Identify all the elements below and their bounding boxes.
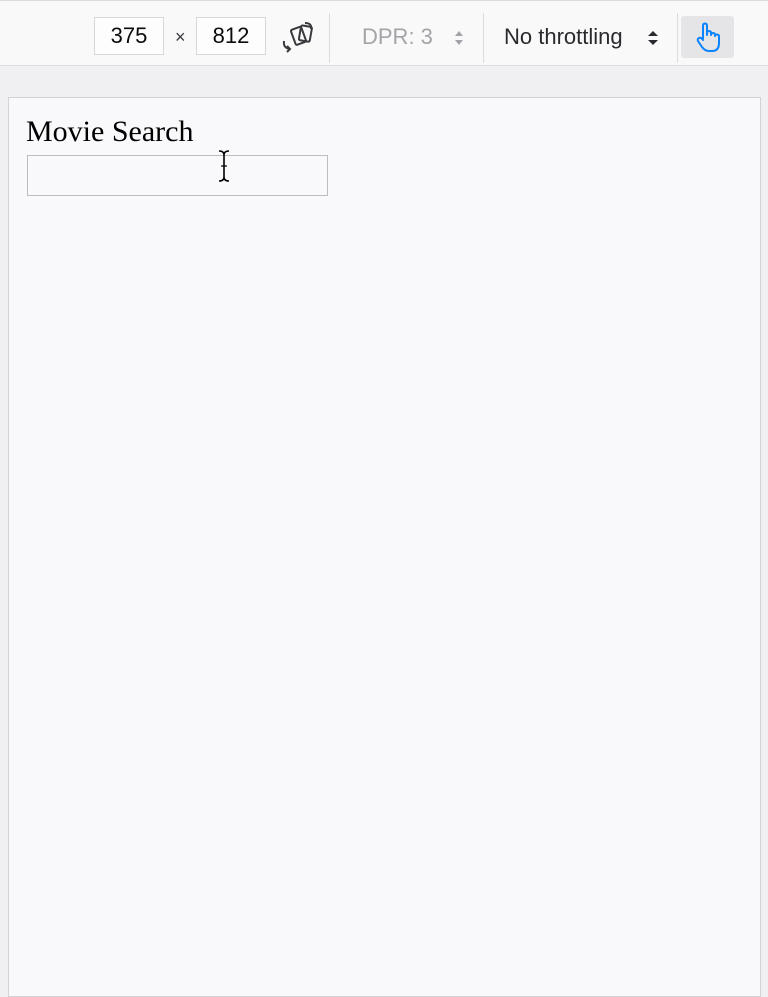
toolbar-divider bbox=[677, 13, 678, 63]
device-viewport: Movie Search bbox=[8, 97, 761, 997]
page-title: Movie Search bbox=[26, 115, 194, 148]
dimension-separator: × bbox=[175, 27, 186, 47]
dpr-selector[interactable]: DPR: 3 bbox=[362, 23, 433, 51]
touch-simulation-button[interactable] bbox=[681, 16, 734, 58]
rotate-device-icon bbox=[282, 22, 313, 53]
toolbar-divider bbox=[483, 13, 484, 63]
up-down-arrows-icon bbox=[648, 31, 658, 45]
up-down-arrows-icon bbox=[455, 31, 463, 45]
movie-search-input[interactable] bbox=[27, 155, 328, 196]
viewport-height-input[interactable]: 812 bbox=[196, 17, 266, 55]
network-throttling-selector[interactable]: No throttling bbox=[504, 23, 623, 51]
touch-simulation-icon bbox=[696, 22, 720, 52]
viewport-width-input[interactable]: 375 bbox=[94, 17, 164, 55]
responsive-design-toolbar: 375 × 812 DPR: 3 No throttling bbox=[0, 0, 768, 66]
rotate-device-button[interactable] bbox=[280, 21, 316, 53]
toolbar-divider bbox=[329, 13, 330, 63]
